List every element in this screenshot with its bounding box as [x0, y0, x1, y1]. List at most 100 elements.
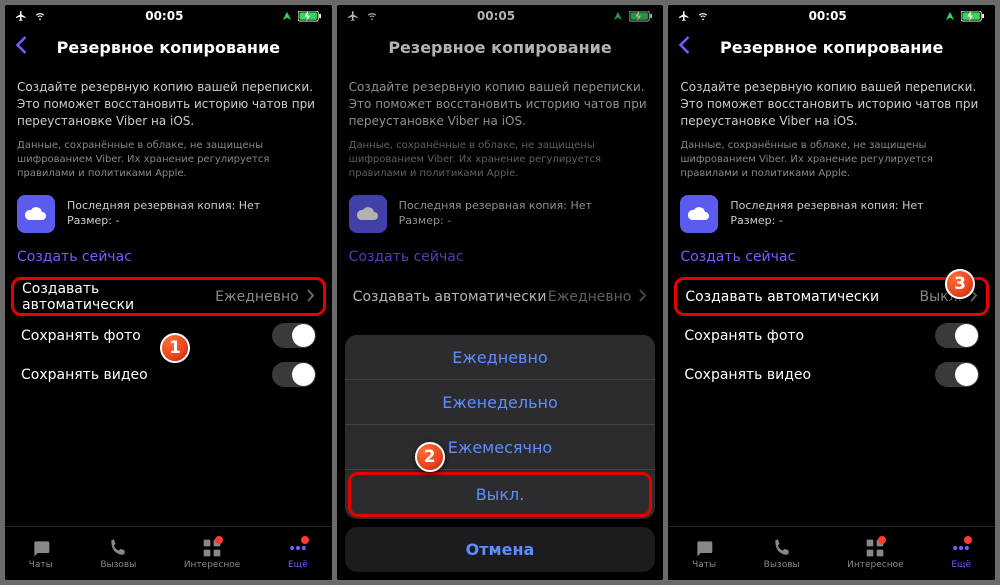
cloud-icon: [17, 195, 55, 233]
header: Резервное копирование: [5, 27, 332, 67]
notification-dot: [215, 536, 223, 544]
wifi-icon: [365, 11, 379, 21]
step-marker-3: 3: [945, 269, 975, 299]
clock-time: 00:05: [145, 9, 183, 23]
create-now-button[interactable]: Создать сейчас: [17, 249, 320, 265]
status-bar: 00:05: [668, 5, 995, 27]
save-video-toggle[interactable]: [272, 362, 316, 387]
last-backup-text: Последняя резервная копия: Нет: [67, 199, 260, 212]
header: Резервное копирование: [668, 27, 995, 67]
chat-icon: [30, 538, 52, 558]
save-photo-toggle[interactable]: [272, 323, 316, 348]
content: Создайте резервную копию вашей переписки…: [668, 67, 995, 406]
back-button[interactable]: [15, 33, 28, 61]
header: Резервное копирование: [337, 27, 664, 67]
notification-dot: [878, 536, 886, 544]
auto-backup-label: Создавать автоматически: [353, 289, 547, 305]
backup-info: Последняя резервная копия: Нет Размер: -: [17, 195, 320, 233]
tab-calls[interactable]: Вызовы: [764, 538, 800, 570]
description-2: Данные, сохранённые в облаке, не защищен…: [680, 139, 983, 181]
battery-icon: [961, 11, 985, 22]
save-video-label: Сохранять видео: [21, 367, 148, 383]
description-2: Данные, сохранённые в облаке, не защищен…: [349, 139, 652, 181]
phone-icon: [772, 538, 792, 558]
airplane-icon: [15, 10, 27, 22]
back-button[interactable]: [678, 33, 691, 61]
phone-icon: [108, 538, 128, 558]
auto-backup-row[interactable]: Создавать автоматически Выкл.: [674, 277, 989, 316]
cloud-icon: [349, 195, 387, 233]
sheet-option-daily[interactable]: Ежедневно: [345, 335, 656, 380]
location-icon: [945, 11, 955, 21]
page-title: Резервное копирование: [720, 38, 943, 57]
backup-size-text: Размер: -: [67, 214, 260, 227]
save-video-label: Сохранять видео: [684, 367, 811, 383]
location-icon: [282, 11, 292, 21]
create-now-button[interactable]: Создать сейчас: [349, 249, 652, 265]
content: Создайте резервную копию вашей переписки…: [337, 67, 664, 328]
chevron-left-icon: [15, 35, 28, 55]
tab-interesting[interactable]: Интересное: [847, 538, 904, 570]
save-video-row: Сохранять видео: [680, 355, 983, 394]
tab-more[interactable]: Ещё: [288, 538, 308, 570]
sheet-option-monthly[interactable]: Ежемесячно: [345, 425, 656, 470]
step-marker-1: 1: [160, 333, 190, 363]
cloud-icon: [680, 195, 718, 233]
tab-chats[interactable]: Чаты: [29, 538, 53, 570]
battery-icon: [298, 11, 322, 22]
chevron-right-icon: [639, 287, 647, 306]
description-1: Создайте резервную копию вашей переписки…: [17, 79, 320, 129]
status-bar: 00:05: [337, 5, 664, 27]
save-photo-label: Сохранять фото: [21, 328, 141, 344]
save-photo-toggle[interactable]: [935, 323, 979, 348]
create-now-button[interactable]: Создать сейчас: [680, 249, 983, 265]
last-backup-text: Последняя резервная копия: Нет: [399, 199, 592, 212]
chevron-right-icon: [307, 287, 315, 306]
sheet-option-weekly[interactable]: Еженедельно: [345, 380, 656, 425]
phone-screen-1: 00:05 Резервное копирование Создайте рез…: [5, 5, 332, 580]
tab-bar: Чаты Вызовы Интересное Ещё: [5, 526, 332, 580]
tab-chats[interactable]: Чаты: [692, 538, 716, 570]
backup-info: Последняя резервная копия: Нет Размер: -: [349, 195, 652, 233]
step-marker-2: 2: [415, 442, 445, 472]
auto-backup-value: Ежедневно: [548, 289, 632, 305]
auto-backup-value: Ежедневно: [215, 289, 299, 305]
save-photo-label: Сохранять фото: [684, 328, 804, 344]
save-photo-row: Сохранять фото: [680, 316, 983, 355]
page-title: Резервное копирование: [388, 38, 611, 57]
save-video-toggle[interactable]: [935, 362, 979, 387]
status-bar: 00:05: [5, 5, 332, 27]
phone-screen-2: 00:05 Резервное копирование Создайте рез…: [337, 5, 664, 580]
battery-icon: [629, 11, 653, 22]
location-icon: [613, 11, 623, 21]
clock-time: 00:05: [477, 9, 515, 23]
page-title: Резервное копирование: [57, 38, 280, 57]
backup-size-text: Размер: -: [730, 214, 923, 227]
auto-backup-row[interactable]: Создавать автоматически Ежедневно: [349, 277, 652, 316]
tab-more[interactable]: Ещё: [951, 538, 971, 570]
tab-bar: Чаты Вызовы Интересное Ещё: [668, 526, 995, 580]
auto-backup-label: Создавать автоматически: [22, 281, 215, 313]
notification-dot: [301, 536, 309, 544]
tab-calls[interactable]: Вызовы: [100, 538, 136, 570]
action-sheet: Ежедневно Еженедельно Ежемесячно Выкл. О…: [345, 335, 656, 572]
airplane-icon: [347, 10, 359, 22]
last-backup-text: Последняя резервная копия: Нет: [730, 199, 923, 212]
wifi-icon: [33, 11, 47, 21]
phone-screen-3: 00:05 Резервное копирование Создайте рез…: [668, 5, 995, 580]
description-2: Данные, сохранённые в облаке, не защищен…: [17, 139, 320, 181]
chat-icon: [693, 538, 715, 558]
auto-backup-label: Создавать автоматически: [685, 289, 879, 305]
backup-info: Последняя резервная копия: Нет Размер: -: [680, 195, 983, 233]
backup-size-text: Размер: -: [399, 214, 592, 227]
auto-backup-row[interactable]: Создавать автоматически Ежедневно: [11, 277, 326, 316]
sheet-cancel-button[interactable]: Отмена: [345, 527, 656, 572]
description-1: Создайте резервную копию вашей переписки…: [680, 79, 983, 129]
description-1: Создайте резервную копию вашей переписки…: [349, 79, 652, 129]
tab-interesting[interactable]: Интересное: [184, 538, 241, 570]
chevron-left-icon: [678, 35, 691, 55]
wifi-icon: [696, 11, 710, 21]
clock-time: 00:05: [809, 9, 847, 23]
sheet-option-off[interactable]: Выкл.: [348, 472, 653, 517]
airplane-icon: [678, 10, 690, 22]
